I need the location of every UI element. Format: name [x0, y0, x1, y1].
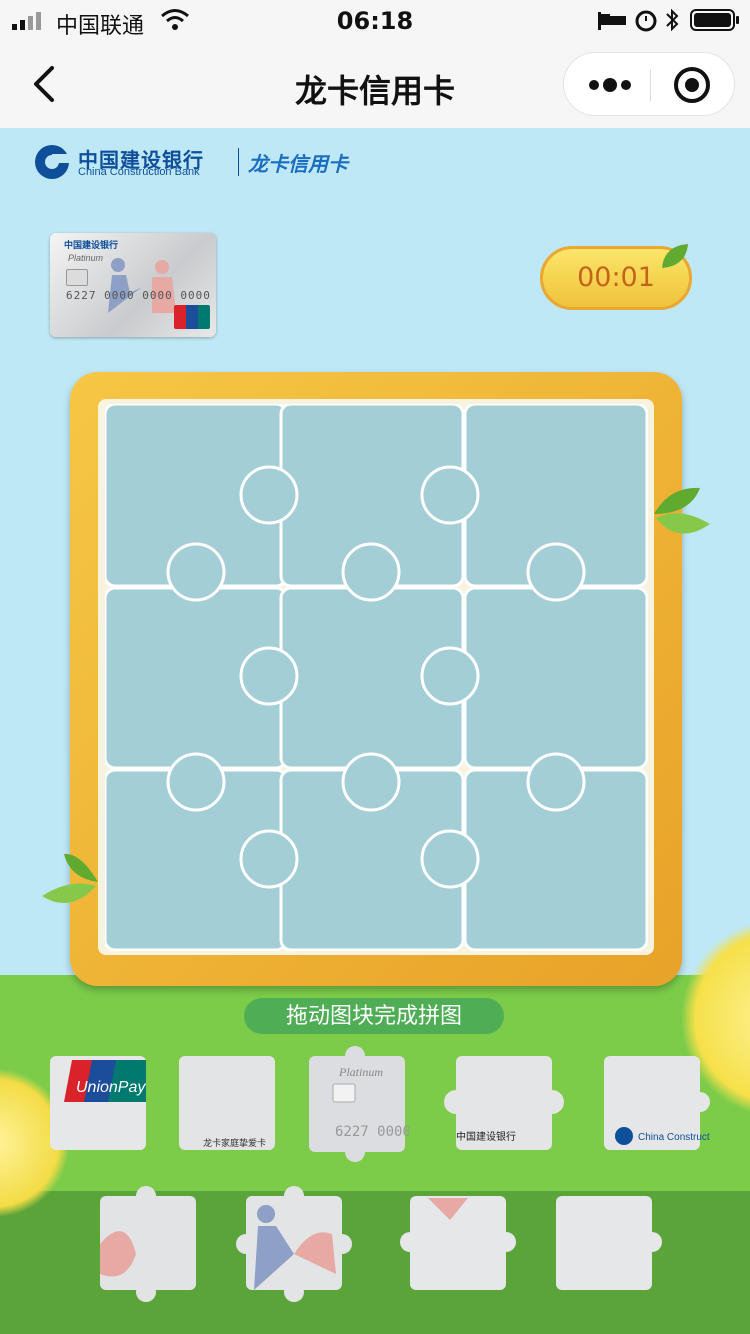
piece-card-subtitle: 龙卡家庭挚爱卡 [203, 1137, 266, 1148]
card-number: 6227 0000 0000 0000 [66, 289, 211, 302]
bluetooth-icon [666, 8, 679, 32]
logo-divider [238, 148, 239, 176]
card-bank-name: 中国建设银行 [64, 240, 119, 250]
mini-program-capsule [563, 52, 735, 116]
leaf-right-icon [654, 487, 710, 534]
puzzle-piece[interactable]: 龙卡家庭挚爱卡 [175, 1054, 279, 1150]
puzzle-board[interactable] [105, 404, 648, 951]
puzzle-slot[interactable] [463, 586, 648, 770]
alarm-icon [635, 10, 657, 32]
status-bar: 中国联通 06:18 [0, 0, 750, 40]
piece-bank-text: 中国建设银行 [456, 1130, 516, 1143]
puzzle-piece[interactable]: 中国建设银行 [434, 1054, 576, 1150]
leaf-left-icon [42, 853, 98, 904]
capsule-divider [650, 69, 651, 101]
piece-bank-en-text: China Construction Bank [638, 1132, 710, 1143]
ccb-logo-icon [35, 145, 70, 179]
puzzle-piece[interactable] [554, 1192, 666, 1292]
piece-variant-text: Platinum [338, 1065, 383, 1079]
more-dots-icon[interactable] [586, 69, 634, 101]
family-figures-icon [108, 258, 176, 313]
piece-unionpay-text: UnionPay 银联 [76, 1078, 150, 1096]
puzzle-piece[interactable] [388, 1192, 522, 1292]
puzzle-piece[interactable] [96, 1174, 200, 1312]
product-name: 龙卡信用卡 [248, 154, 348, 176]
game-stage: 中国建设银行 China Construction Bank 龙卡信用卡 中国建… [0, 128, 750, 1334]
puzzle-piece[interactable]: China Construction Bank [600, 1054, 710, 1150]
leaf-icon [662, 244, 688, 268]
card-chip [66, 269, 88, 286]
battery-icon [690, 9, 739, 31]
bed-icon [598, 12, 626, 30]
card-variant: Platinum [68, 253, 104, 263]
puzzle-piece[interactable]: Platinum 6227 0000 0000 0000 [305, 1036, 409, 1172]
unionpay-logo [174, 305, 210, 329]
target-circle-icon[interactable] [672, 65, 712, 105]
nav-bar: 龙卡信用卡 [0, 40, 750, 128]
puzzle-piece[interactable]: UnionPay 银联 [46, 1054, 150, 1150]
bank-logo: 中国建设银行 China Construction Bank 龙卡信用卡 [34, 144, 374, 184]
reference-card-image: 中国建设银行 Platinum 6227 0000 0000 0000 [50, 233, 216, 337]
piece-number-text: 6227 0000 0000 0000 [335, 1124, 409, 1140]
bank-name-en: China Construction Bank [78, 166, 200, 178]
puzzle-piece[interactable] [232, 1174, 362, 1312]
drag-hint-label: 拖动图块完成拼图 [244, 998, 504, 1034]
